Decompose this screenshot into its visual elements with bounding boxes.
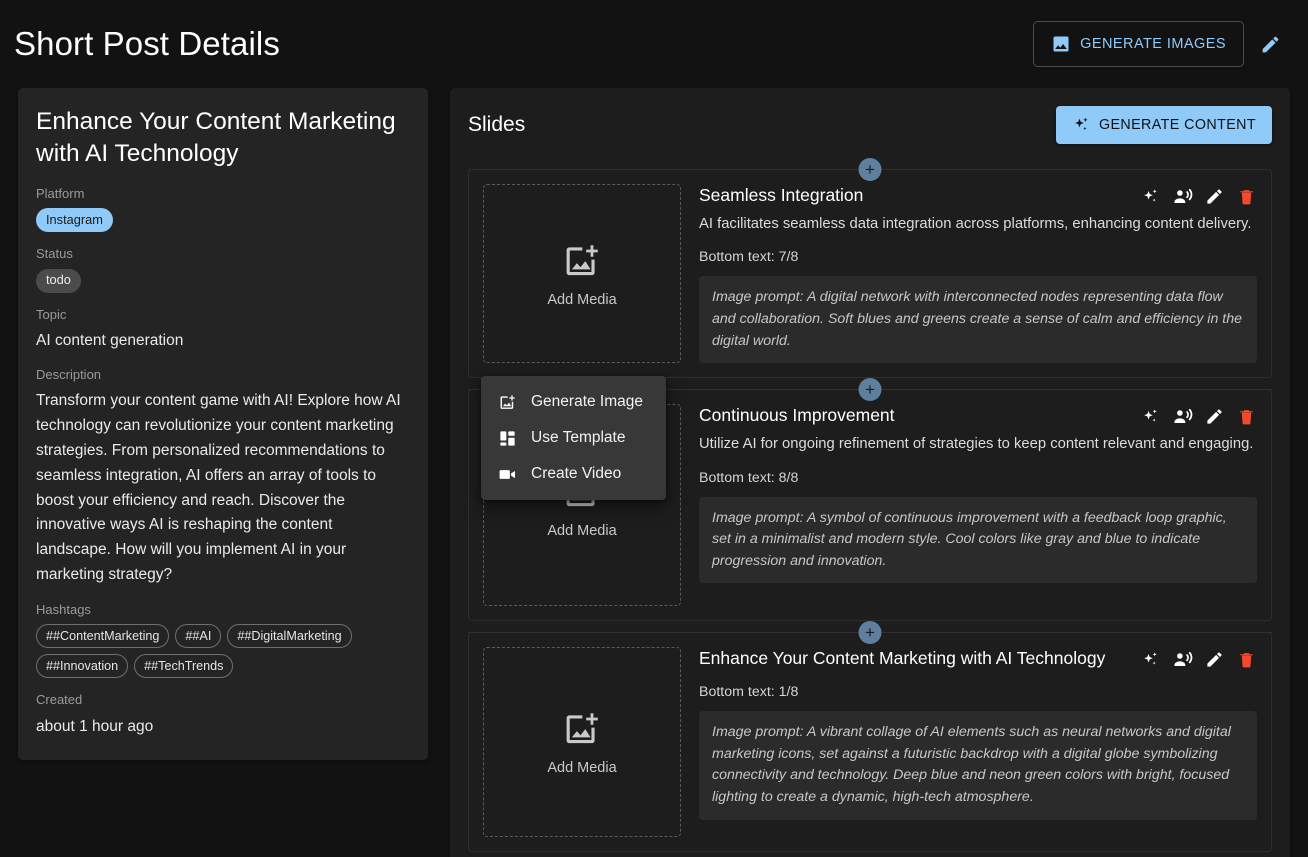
created-value: about 1 hour ago [36, 717, 154, 735]
slides-list: + Add Media Seamless Integration AI faci… [450, 158, 1290, 857]
slide-description: AI facilitates seamless data integration… [699, 216, 1252, 232]
slide-actions [1139, 647, 1257, 670]
pencil-icon [1260, 34, 1281, 55]
description-value: Transform your content game with AI! Exp… [36, 392, 401, 583]
platform-chip: Instagram [36, 208, 113, 233]
slide-actions [1139, 184, 1257, 207]
add-image-icon [497, 393, 517, 412]
generate-content-label: GENERATE CONTENT [1098, 117, 1256, 133]
slide-title: Seamless Integration [699, 185, 864, 205]
slide-bottom-text: Bottom text: 8/8 [699, 469, 799, 486]
post-details-card: Enhance Your Content Marketing with AI T… [18, 88, 428, 761]
sparkle-icon[interactable] [1139, 648, 1161, 670]
status-field: Status todo [36, 246, 410, 293]
topic-value: AI content generation [36, 332, 184, 350]
add-media-label: Add Media [547, 523, 617, 540]
slide-body: Continuous Improvement Utilize AI for on… [699, 404, 1257, 606]
slide-description: Utilize AI for ongoing refinement of str… [699, 436, 1254, 453]
slide-header-row: Seamless Integration [699, 184, 1257, 207]
hashtag-chip: ##DigitalMarketing [227, 624, 352, 649]
generate-images-label: GENERATE IMAGES [1080, 36, 1226, 52]
generate-images-button[interactable]: GENERATE IMAGES [1033, 21, 1244, 67]
slide-actions [1139, 404, 1257, 427]
add-media-dropzone[interactable]: Add Media [483, 647, 681, 838]
top-bar: Short Post Details GENERATE IMAGES [0, 0, 1308, 88]
add-media-label: Add Media [547, 291, 617, 308]
menu-item-label: Generate Image [531, 393, 644, 410]
add-slide-button[interactable]: + [858, 378, 882, 402]
hashtags-field: Hashtags ##ContentMarketing ##AI ##Digit… [36, 602, 410, 679]
voice-over-icon[interactable] [1171, 185, 1193, 207]
slide-title: Enhance Your Content Marketing with AI T… [699, 648, 1106, 669]
post-title: Enhance Your Content Marketing with AI T… [36, 108, 396, 167]
menu-item-create-video[interactable]: Create Video [481, 456, 666, 492]
sparkle-icon [1072, 116, 1090, 134]
slide-bottom-text: Bottom text: 1/8 [699, 684, 799, 701]
slide-body: Seamless Integration AI facilitates seam… [699, 184, 1257, 364]
add-slide-button[interactable]: + [858, 621, 882, 645]
page-title: Short Post Details [14, 24, 280, 62]
slide-card: Add Media Enhance Your Content Marketing… [468, 632, 1272, 853]
voice-over-icon[interactable] [1171, 648, 1193, 670]
hashtag-chip: ##Innovation [36, 654, 129, 679]
menu-item-label: Create Video [531, 465, 622, 482]
generate-content-button[interactable]: GENERATE CONTENT [1055, 106, 1272, 144]
menu-item-generate-image[interactable]: Generate Image [481, 384, 666, 420]
add-slide-button[interactable]: + [858, 158, 882, 181]
template-grid-icon [497, 429, 517, 448]
description-field: Description Transform your content game … [36, 367, 410, 588]
slide-header-row: Continuous Improvement [699, 404, 1257, 427]
trash-icon[interactable] [1235, 185, 1257, 207]
slides-title: Slides [468, 113, 526, 136]
media-context-menu: Generate Image Use Template Create Video [481, 376, 666, 500]
slide-image-prompt: Image prompt: A digital network with int… [699, 276, 1257, 364]
created-field: Created about 1 hour ago [36, 692, 410, 738]
slide-title: Continuous Improvement [699, 405, 895, 426]
trash-icon[interactable] [1235, 648, 1257, 670]
video-camera-icon [497, 465, 517, 484]
add-media-label: Add Media [547, 760, 617, 777]
created-label: Created [36, 692, 83, 708]
edit-post-button[interactable] [1248, 22, 1292, 66]
add-media-dropzone[interactable]: Add Media [483, 184, 681, 364]
pencil-icon[interactable] [1203, 185, 1225, 207]
status-badge: todo [36, 268, 81, 293]
slides-header: Slides GENERATE CONTENT [450, 88, 1290, 158]
slide-header-row: Enhance Your Content Marketing with AI T… [699, 647, 1257, 670]
hashtags-label: Hashtags [36, 601, 91, 617]
topic-label: Topic [36, 306, 67, 322]
top-bar-actions: GENERATE IMAGES [1033, 21, 1292, 67]
image-icon [1051, 34, 1071, 54]
sparkle-icon[interactable] [1139, 405, 1161, 427]
status-label: Status [36, 246, 73, 262]
slide-image-prompt: Image prompt: A vibrant collage of AI el… [699, 711, 1257, 820]
voice-over-icon[interactable] [1171, 405, 1193, 427]
hashtag-chip: ##AI [175, 624, 222, 649]
app-root: Short Post Details GENERATE IMAGES Enhan… [0, 0, 1308, 857]
platform-field: Platform Instagram [36, 186, 410, 233]
add-image-icon [561, 240, 603, 282]
trash-icon[interactable] [1235, 405, 1257, 427]
slide-image-prompt: Image prompt: A symbol of continuous imp… [699, 496, 1257, 584]
pencil-icon[interactable] [1203, 405, 1225, 427]
topic-field: Topic AI content generation [36, 307, 410, 353]
description-label: Description [36, 366, 102, 382]
menu-item-label: Use Template [531, 429, 626, 446]
hashtag-chip: ##TechTrends [134, 654, 234, 679]
platform-label: Platform [36, 185, 85, 201]
slide-bottom-text: Bottom text: 7/8 [699, 249, 799, 266]
slide-body: Enhance Your Content Marketing with AI T… [699, 647, 1257, 837]
hashtag-list: ##ContentMarketing ##AI ##DigitalMarketi… [36, 624, 410, 679]
pencil-icon[interactable] [1203, 648, 1225, 670]
add-image-icon [561, 708, 603, 750]
slide-card: Add Media Seamless Integration AI facili… [468, 169, 1272, 379]
sparkle-icon[interactable] [1139, 185, 1161, 207]
hashtag-chip: ##ContentMarketing [36, 624, 170, 649]
menu-item-use-template[interactable]: Use Template [481, 420, 666, 456]
